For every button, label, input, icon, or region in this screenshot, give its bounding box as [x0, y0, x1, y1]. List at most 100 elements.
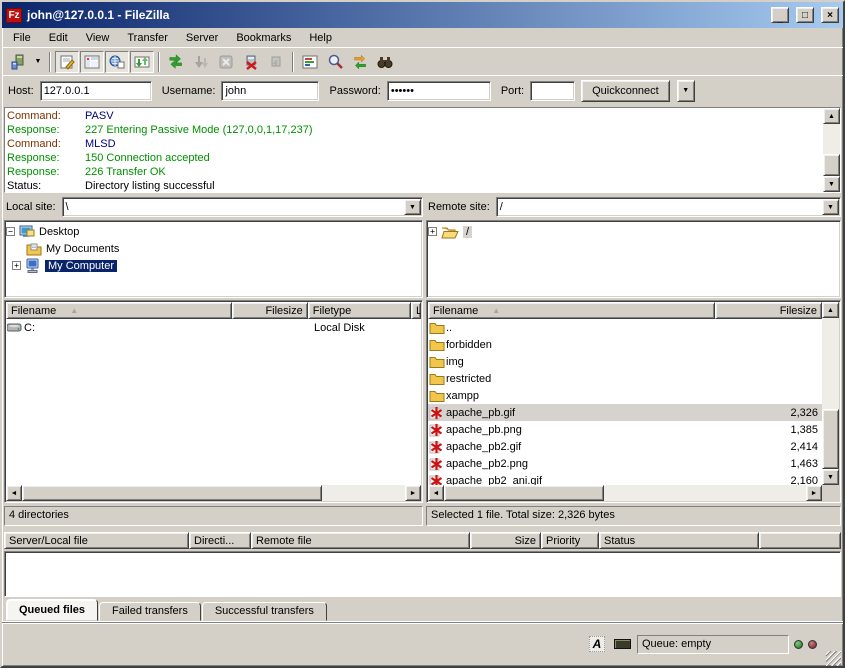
scroll-up-button[interactable]: ▲ — [822, 302, 839, 318]
scrollbar-thumb[interactable] — [22, 485, 322, 501]
toggle-transfer-queue-button[interactable] — [130, 51, 154, 73]
titlebar[interactable]: Fz john@127.0.0.1 - FileZilla _ □ × — [2, 2, 843, 28]
scrollbar-thumb[interactable] — [822, 409, 839, 469]
remote-file-row[interactable]: apache_pb2.gif 2,414 — [428, 438, 822, 455]
column-header-direction[interactable]: Directi... — [189, 532, 251, 549]
remote-vertical-scrollbar[interactable]: ▲ ▼ — [822, 302, 839, 501]
column-header-remote-file[interactable]: Remote file — [251, 532, 470, 549]
remote-horizontal-scrollbar[interactable]: ◄ ► — [428, 485, 822, 501]
my-computer-icon — [25, 258, 41, 273]
scroll-down-button[interactable]: ▼ — [823, 176, 840, 192]
column-header-filename[interactable]: Filename▲ — [428, 302, 715, 319]
remote-file-row[interactable]: apache_pb2_ani.gif 2,160 — [428, 472, 822, 485]
username-input[interactable] — [221, 81, 319, 101]
remote-file-row[interactable]: .. — [428, 319, 822, 336]
site-manager-dropdown-button[interactable]: ▼ — [31, 51, 45, 73]
remote-file-row[interactable]: xampp — [428, 387, 822, 404]
column-header-last-modified[interactable]: L — [411, 302, 421, 319]
statusbar: A Queue: empty — [2, 622, 843, 667]
transfer-queue-header: Server/Local file Directi... Remote file… — [4, 532, 841, 551]
log-line: Response:150 Connection accepted — [7, 151, 821, 165]
expand-icon[interactable]: + — [12, 261, 21, 270]
remote-site-combobox[interactable]: / ▼ — [496, 197, 841, 217]
scroll-left-button[interactable]: ◄ — [428, 485, 444, 501]
file-search-button[interactable] — [323, 51, 347, 73]
directory-comparison-button[interactable] — [373, 51, 397, 73]
site-manager-button[interactable] — [6, 51, 30, 73]
menu-transfer[interactable]: Transfer — [118, 30, 177, 46]
filezilla-logo-icon: Fz — [6, 8, 22, 23]
column-header-status[interactable]: Status — [599, 532, 759, 549]
remote-file-row[interactable]: forbidden — [428, 336, 822, 353]
password-label: Password: — [329, 85, 380, 97]
column-header-priority[interactable]: Priority — [541, 532, 599, 549]
chevron-down-icon[interactable]: ▼ — [822, 199, 839, 215]
tab-queued-files[interactable]: Queued files — [6, 599, 98, 621]
menu-bookmarks[interactable]: Bookmarks — [227, 30, 300, 46]
chevron-down-icon[interactable]: ▼ — [404, 199, 421, 215]
synchronized-browsing-button[interactable] — [348, 51, 372, 73]
password-input[interactable] — [387, 81, 491, 101]
minimize-button[interactable]: _ — [771, 7, 789, 23]
toggle-local-treeview-button[interactable] — [80, 51, 104, 73]
maximize-button[interactable]: □ — [796, 7, 814, 23]
local-site-combobox[interactable]: \ ▼ — [62, 197, 423, 217]
remote-file-row[interactable]: apache_pb2.png 1,463 — [428, 455, 822, 472]
directory-listing-filters-button[interactable] — [298, 51, 322, 73]
close-button[interactable]: × — [821, 7, 839, 23]
remote-file-list: Filename▲ Filesize .. — [426, 300, 841, 503]
tab-successful-transfers[interactable]: Successful transfers — [202, 602, 327, 621]
tree-item-my-documents[interactable]: My Documents — [26, 240, 421, 257]
quickconnect-button[interactable]: Quickconnect — [581, 80, 670, 102]
tab-failed-transfers[interactable]: Failed transfers — [99, 602, 201, 621]
remote-file-row-selected[interactable]: apache_pb.gif 2,326 — [428, 404, 822, 421]
port-input[interactable] — [530, 81, 575, 101]
scroll-right-button[interactable]: ► — [806, 485, 822, 501]
selected-tree-item-label: My Computer — [45, 260, 117, 272]
scrollbar-thumb[interactable] — [444, 485, 604, 501]
speed-limit-indicator-icon[interactable] — [612, 636, 632, 653]
host-input[interactable] — [40, 81, 152, 101]
quickconnect-dropdown-button[interactable]: ▼ — [677, 80, 695, 102]
data-type-indicator-icon[interactable]: A — [587, 636, 607, 653]
remote-treeview-icon — [109, 54, 125, 70]
column-header-filesize[interactable]: Filesize — [232, 302, 308, 319]
scroll-left-button[interactable]: ◄ — [6, 485, 22, 501]
refresh-button[interactable] — [164, 51, 188, 73]
column-header-filesize[interactable]: Filesize — [715, 302, 822, 319]
column-header-filetype[interactable]: Filetype — [308, 302, 411, 319]
tree-item-root[interactable]: + / — [428, 223, 839, 240]
menu-server[interactable]: Server — [177, 30, 227, 46]
toggle-remote-treeview-button[interactable] — [105, 51, 129, 73]
cancel-operation-button[interactable] — [214, 51, 238, 73]
column-header-server-local-file[interactable]: Server/Local file — [4, 532, 189, 549]
local-horizontal-scrollbar[interactable]: ◄ ► — [6, 485, 421, 501]
menubar: File Edit View Transfer Server Bookmarks… — [2, 28, 843, 47]
scroll-right-button[interactable]: ► — [405, 485, 421, 501]
remote-file-row[interactable]: img — [428, 353, 822, 370]
collapse-icon[interactable]: − — [6, 227, 15, 236]
transfer-queue-list[interactable] — [4, 551, 841, 597]
scroll-down-button[interactable]: ▼ — [822, 469, 839, 485]
remote-site-label: Remote site: — [426, 201, 496, 213]
disconnect-button[interactable] — [239, 51, 263, 73]
local-file-row[interactable]: C: Local Disk — [6, 319, 421, 336]
reconnect-button[interactable] — [264, 51, 288, 73]
tree-item-desktop[interactable]: − Desktop — [6, 223, 421, 240]
expand-icon[interactable]: + — [428, 227, 437, 236]
log-vertical-scrollbar[interactable]: ▲ ▼ — [823, 108, 840, 192]
menu-help[interactable]: Help — [300, 30, 341, 46]
menu-view[interactable]: View — [77, 30, 119, 46]
remote-file-row[interactable]: restricted — [428, 370, 822, 387]
resize-grip[interactable] — [826, 651, 841, 666]
scroll-up-button[interactable]: ▲ — [823, 108, 840, 124]
process-queue-button[interactable] — [189, 51, 213, 73]
column-header-filename[interactable]: Filename▲ — [6, 302, 232, 319]
remote-file-row[interactable]: apache_pb.png 1,385 — [428, 421, 822, 438]
scrollbar-thumb[interactable] — [823, 154, 840, 176]
toggle-message-log-button[interactable] — [55, 51, 79, 73]
menu-edit[interactable]: Edit — [40, 30, 77, 46]
column-header-size[interactable]: Size — [470, 532, 541, 549]
menu-file[interactable]: File — [4, 30, 40, 46]
tree-item-my-computer[interactable]: + My Computer — [12, 257, 421, 274]
